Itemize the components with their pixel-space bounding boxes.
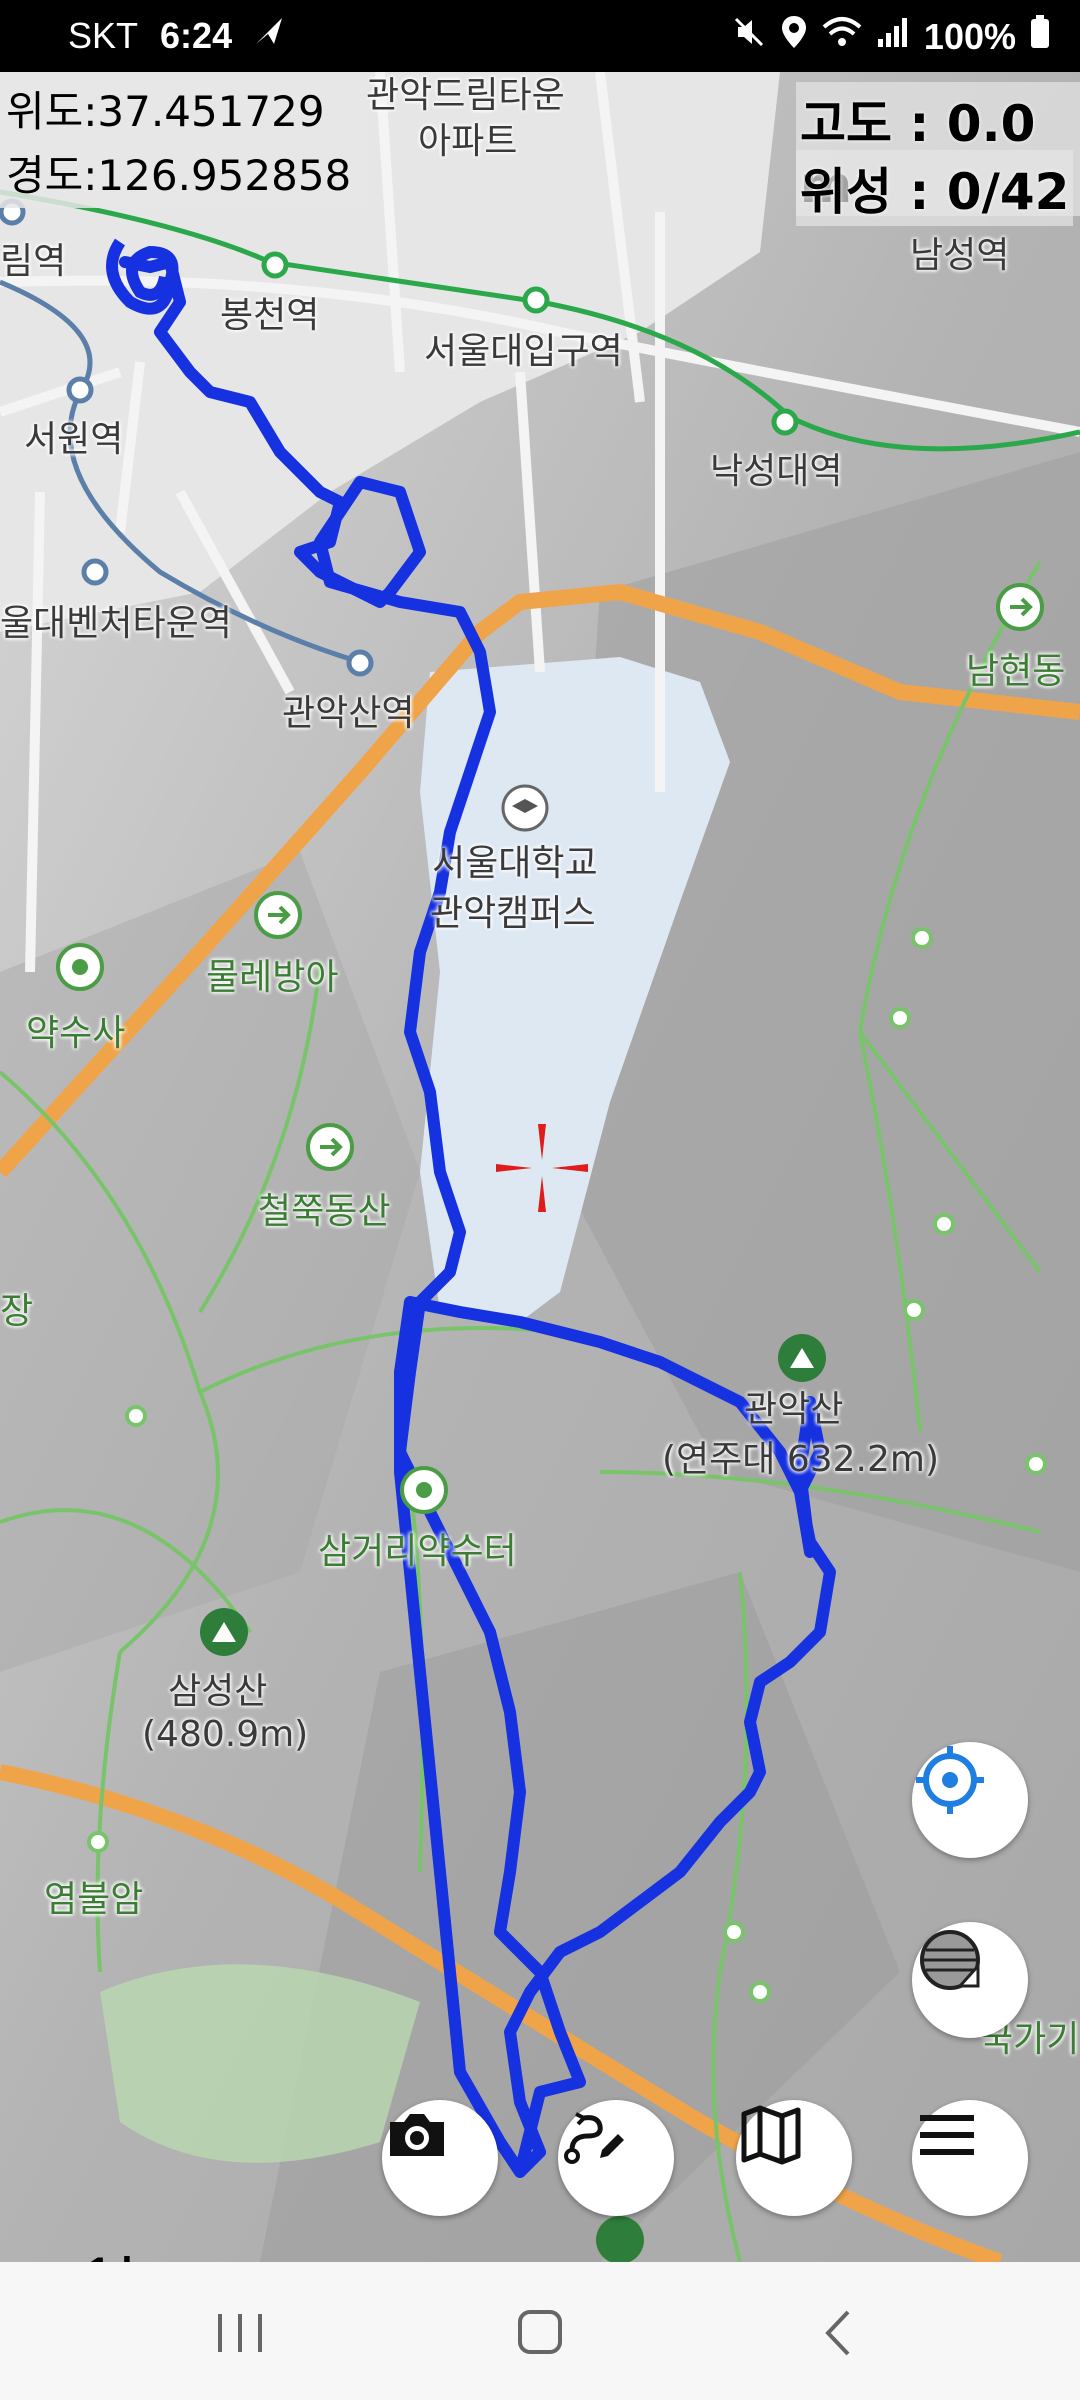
hamburger-menu-icon [920,2115,974,2155]
longitude-readout: 경도:126.952858 [6,151,352,200]
station-sillim-label: 림역 [0,241,67,282]
home-button[interactable] [510,2306,570,2360]
layers-icon [920,1930,980,1990]
home-icon [518,2310,562,2354]
place-jang-label: 장 [0,1291,34,1332]
station-bongcheon-label: 봉천역 [220,295,320,336]
station-snu-entrance-label: 서울대입구역 [424,331,623,372]
camera-icon [390,2114,444,2156]
place-apartment-line2: 아파트 [418,121,518,162]
station-marker-bongcheon [261,251,289,279]
camera-button[interactable] [382,2100,498,2216]
scale-bar: 1 km [8,2250,270,2262]
location-icon [780,14,808,59]
station-venture-label: 울대벤처타운역 [0,603,232,644]
place-snu-label: 서울대학교 [432,843,598,884]
recent-apps-button[interactable] [210,2306,270,2360]
place-namhyeon-label: 남현동 [966,651,1066,692]
battery-percent: 100% [923,15,1016,57]
map-layers-button[interactable] [912,1922,1028,2038]
signal-icon [876,15,910,58]
station-marker-venture [81,558,109,586]
system-navigation-bar [0,2262,1080,2400]
station-marker-gwanaksan [346,649,374,677]
scale-label: 1 km [88,2250,179,2262]
status-bar: SKT 6:24 100% [0,0,1080,72]
place-samgeori-label: 삼거리약수터 [318,1531,517,1572]
station-marker-seowon [66,376,94,404]
crosshair-target-icon [916,1746,984,1814]
coordinate-panel: 위도:37.451729 경도:126.952858 [0,80,368,208]
peak-gwanak-label: 관악산 [744,1389,844,1430]
my-location-button[interactable] [912,1742,1028,1858]
route-edit-button[interactable] [558,2100,674,2216]
map-icon [741,2105,801,2165]
station-nakseongdae-label: 낙성대역 [710,451,843,492]
back-button[interactable] [810,2306,870,2360]
latitude-readout: 위도:37.451729 [6,87,325,136]
clock: 6:24 [160,15,233,56]
park-area [100,1964,420,2163]
route-edit-icon [564,2112,624,2164]
battery-icon [1030,15,1050,58]
station-gwanaksan-label: 관악산역 [282,693,415,734]
station-namseong-label: 남성역 [910,235,1010,276]
map-button[interactable] [736,2100,852,2216]
back-icon [825,2310,850,2356]
status-right: 100% [732,14,1050,59]
navigation-arrow-icon [252,14,286,57]
peak-samseong-label: 삼성산 [168,1671,268,1712]
recent-apps-icon [218,2314,262,2352]
carrier-label: SKT [68,15,139,56]
station-seowon-label: 서원역 [24,419,124,460]
station-marker-nakseongdae [771,408,799,436]
peak-samseong-height-label: (480.9m) [142,1714,309,1755]
menu-button[interactable] [912,2100,1028,2216]
place-snu-campus-label: 관악캠퍼스 [430,893,596,934]
place-mulle-label: 물레방아 [206,957,339,998]
station-marker-snu-entrance [522,286,550,314]
place-yaksusa-label: 약수사 [26,1013,126,1054]
wifi-icon [822,15,862,58]
status-left: SKT 6:24 [68,14,286,57]
map-view[interactable]: 관악드림타운 아파트 림역 봉천역 서울대입구역 남성역 서원역 낙성대역 울대… [0,72,1080,2262]
satellite-readout: 위성 : 0/42 [796,150,1074,226]
peak-gwanak-height-label: (연주대 632.2m) [662,1439,940,1480]
place-yeombul-label: 염불암 [44,1879,144,1920]
mute-icon [732,15,766,58]
place-cheoljuk-label: 철쭉동산 [258,1191,391,1232]
